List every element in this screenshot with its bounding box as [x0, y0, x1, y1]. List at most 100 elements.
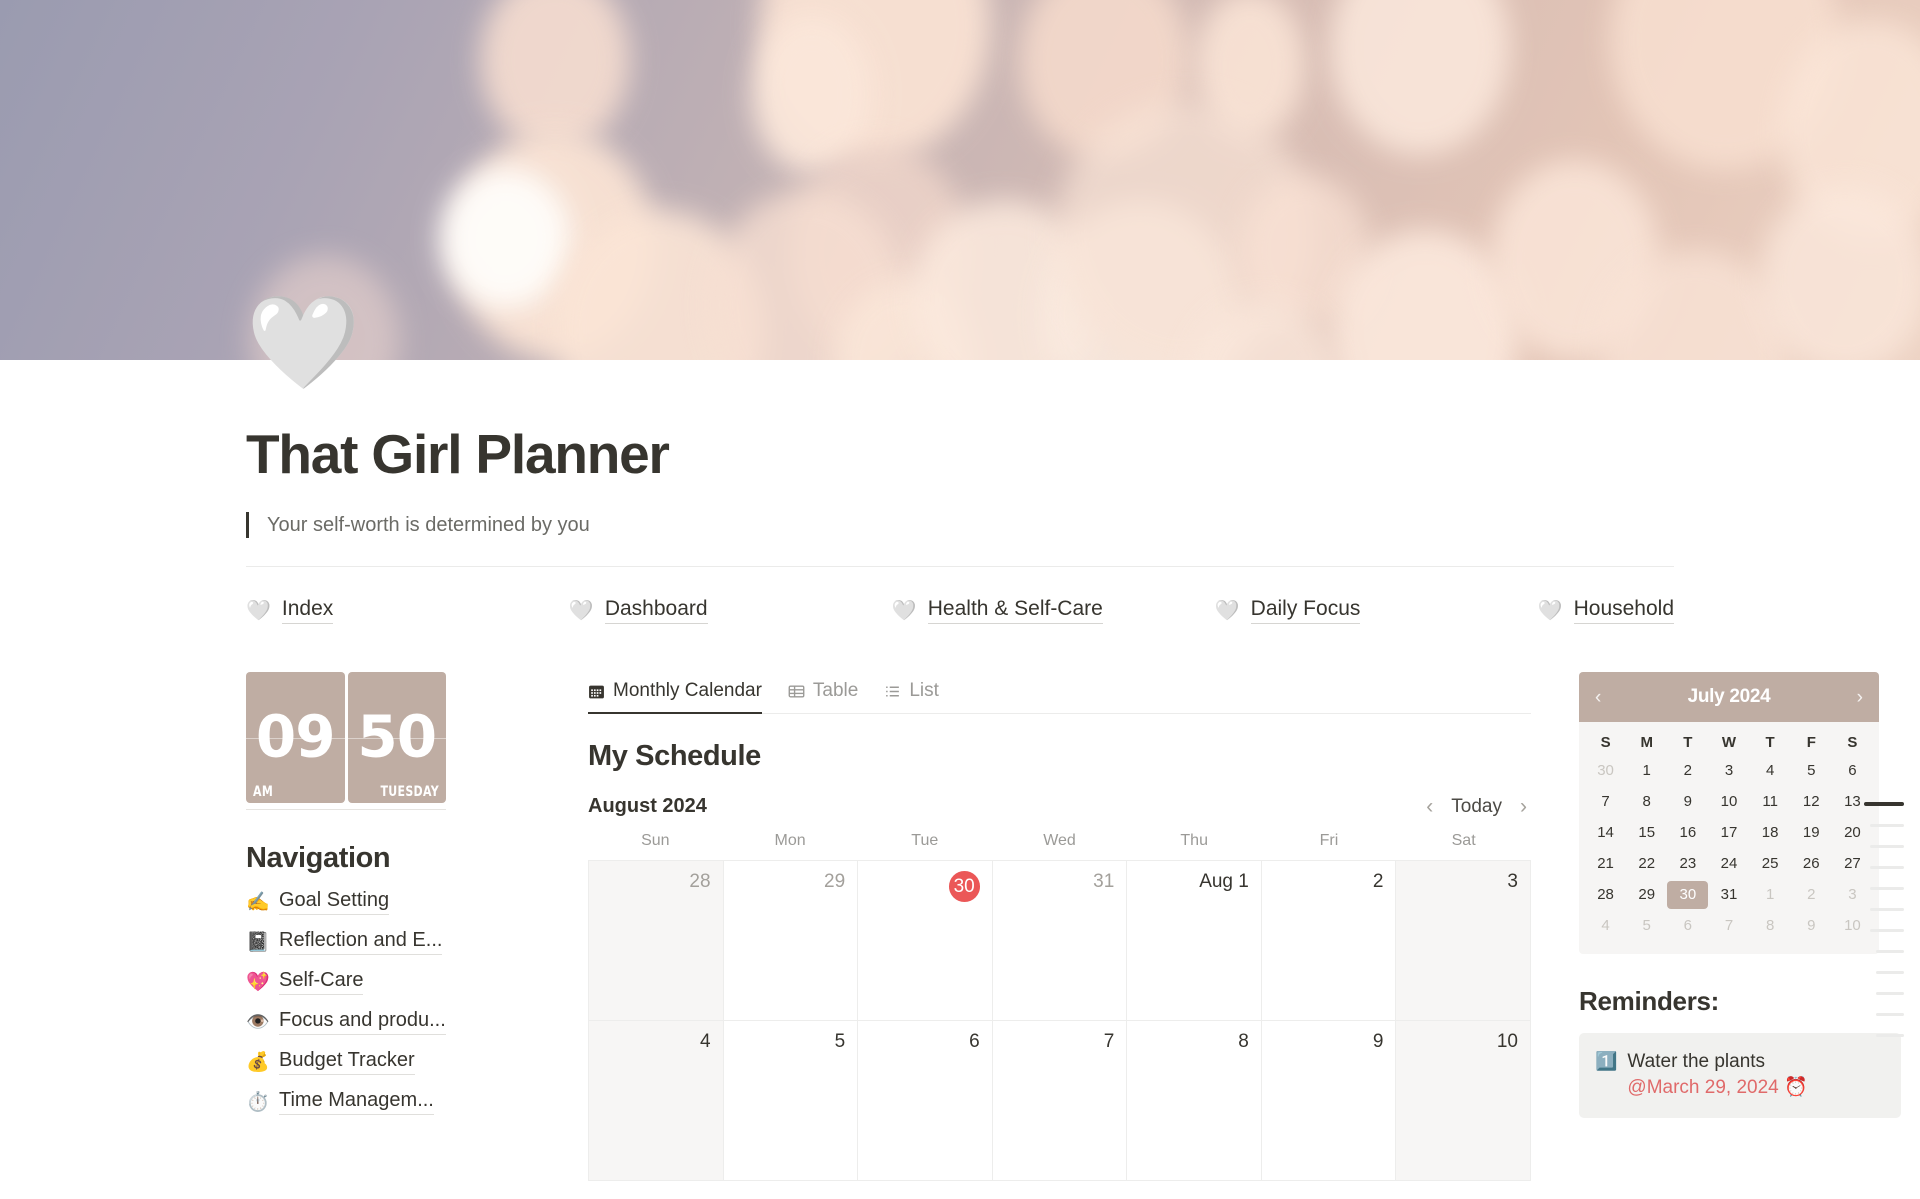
- outline-rail-dash[interactable]: [1870, 824, 1904, 827]
- topnav-item-daily-focus[interactable]: 🤍 Daily Focus: [1215, 597, 1538, 624]
- prev-month-button[interactable]: ‹: [1426, 796, 1433, 817]
- nav-item-reflection[interactable]: 📓 Reflection and E...: [246, 929, 546, 955]
- mini-prev-month-button[interactable]: ‹: [1595, 688, 1601, 707]
- calendar-day-cell[interactable]: 7: [992, 1021, 1128, 1181]
- mini-calendar-day[interactable]: 4: [1585, 912, 1626, 940]
- outline-rail-dash[interactable]: [1876, 1013, 1904, 1016]
- mini-calendar-day[interactable]: 1: [1750, 881, 1791, 909]
- page-outline-rail[interactable]: [1864, 802, 1904, 1037]
- topnav-item-household[interactable]: 🤍 Household: [1538, 597, 1674, 624]
- mini-calendar-day[interactable]: 26: [1791, 850, 1832, 878]
- mini-calendar-day[interactable]: 29: [1626, 881, 1667, 909]
- weekday-label: Thu: [1180, 832, 1208, 849]
- mini-calendar-day-selected[interactable]: 30: [1667, 881, 1709, 909]
- calendar-day-cell[interactable]: 2: [1261, 861, 1397, 1021]
- mini-calendar-day[interactable]: 28: [1585, 881, 1626, 909]
- mini-calendar-day[interactable]: 17: [1708, 819, 1749, 847]
- calendar-day-cell[interactable]: 9: [1261, 1021, 1397, 1181]
- mini-calendar-day[interactable]: 11: [1750, 788, 1791, 816]
- reminder-date[interactable]: @March 29, 2024 ⏰: [1627, 1075, 1885, 1101]
- mini-calendar-day[interactable]: 6: [1667, 912, 1708, 940]
- calendar-day-number: 7: [1103, 1031, 1115, 1052]
- outline-rail-dash[interactable]: [1870, 845, 1904, 848]
- mini-calendar-day[interactable]: 8: [1626, 788, 1667, 816]
- calendar-day-cell[interactable]: 30: [858, 861, 993, 1021]
- next-month-button[interactable]: ›: [1520, 796, 1527, 817]
- mini-calendar-day[interactable]: 21: [1585, 850, 1626, 878]
- mini-calendar-day[interactable]: 18: [1750, 819, 1791, 847]
- tab-monthly-calendar[interactable]: Monthly Calendar: [588, 680, 762, 714]
- mini-calendar-day[interactable]: 6: [1832, 757, 1873, 785]
- mini-calendar-day[interactable]: 22: [1626, 850, 1667, 878]
- outline-rail-dash[interactable]: [1870, 929, 1904, 932]
- outline-rail-dash[interactable]: [1870, 866, 1904, 869]
- clock-minutes: 50: [357, 702, 437, 771]
- mini-calendar-day[interactable]: 10: [1708, 788, 1749, 816]
- mini-next-month-button[interactable]: ›: [1857, 688, 1863, 707]
- nav-item-self-care[interactable]: 💖 Self-Care: [246, 969, 546, 995]
- calendar-day-cell[interactable]: Aug 1: [1127, 861, 1262, 1021]
- mini-calendar-day[interactable]: 31: [1708, 881, 1749, 909]
- tab-list[interactable]: List: [884, 680, 939, 714]
- outline-rail-dash[interactable]: [1870, 887, 1904, 890]
- eye-icon: 👁️: [246, 1011, 270, 1033]
- mini-calendar-day[interactable]: 2: [1791, 881, 1832, 909]
- page-icon[interactable]: 🤍: [246, 295, 361, 391]
- mini-calendar-day[interactable]: 1: [1626, 757, 1667, 785]
- nav-item-focus-productivity[interactable]: 👁️ Focus and produ...: [246, 1009, 546, 1035]
- calendar-day-cell[interactable]: 6: [858, 1021, 993, 1181]
- mini-calendar-day[interactable]: 12: [1791, 788, 1832, 816]
- calendar-day-cell[interactable]: 4: [589, 1021, 724, 1181]
- mini-calendar-day[interactable]: 9: [1667, 788, 1708, 816]
- mini-calendar-day[interactable]: 25: [1750, 850, 1791, 878]
- topnav-item-dashboard[interactable]: 🤍 Dashboard: [569, 597, 892, 624]
- mini-calendar-day[interactable]: 7: [1585, 788, 1626, 816]
- nav-item-budget-tracker[interactable]: 💰 Budget Tracker: [246, 1049, 546, 1075]
- mini-calendar-day[interactable]: 3: [1708, 757, 1749, 785]
- reminder-card[interactable]: 1️⃣ Water the plants @March 29, 2024 ⏰: [1579, 1033, 1901, 1119]
- mini-calendar-day[interactable]: 14: [1585, 819, 1626, 847]
- weekday-label: Sun: [641, 832, 670, 849]
- today-button[interactable]: Today: [1451, 796, 1502, 818]
- calendar-day-cell[interactable]: 8: [1127, 1021, 1262, 1181]
- mini-calendar-day[interactable]: 2: [1667, 757, 1708, 785]
- tab-table[interactable]: Table: [788, 680, 858, 714]
- topnav-label: Dashboard: [604, 597, 708, 624]
- mini-calendar-header: ‹ July 2024 ›: [1579, 672, 1879, 722]
- outline-rail-dash[interactable]: [1876, 1034, 1904, 1037]
- mini-calendar-day[interactable]: 16: [1667, 819, 1708, 847]
- mini-calendar-day[interactable]: 24: [1708, 850, 1749, 878]
- calendar-grid: 28 29 30 31 Aug 1 2 3 4 5 6 7 8 9 10: [588, 860, 1531, 1181]
- mini-calendar-day[interactable]: 5: [1626, 912, 1667, 940]
- calendar-day-cell[interactable]: 28: [589, 861, 724, 1021]
- mini-calendar-day[interactable]: 9: [1791, 912, 1832, 940]
- nav-item-time-management[interactable]: ⏱️ Time Managem...: [246, 1089, 546, 1115]
- outline-rail-dash[interactable]: [1876, 950, 1904, 953]
- outline-rail-dash[interactable]: [1876, 971, 1904, 974]
- outline-rail-dash[interactable]: [1870, 908, 1904, 911]
- calendar-day-cell[interactable]: 10: [1396, 1021, 1531, 1181]
- mini-calendar-day[interactable]: 8: [1750, 912, 1791, 940]
- clock-hours-card: 09 AM: [246, 672, 345, 803]
- clock-meridiem: AM: [253, 783, 274, 800]
- topnav-item-health-self-care[interactable]: 🤍 Health & Self-Care: [892, 597, 1215, 624]
- calendar-weekday-header: Sun Mon Tue Wed Thu Fri Sat: [588, 832, 1531, 860]
- mini-calendar-day[interactable]: 23: [1667, 850, 1708, 878]
- mini-calendar-day[interactable]: 30: [1585, 757, 1626, 785]
- calendar-day-cell[interactable]: 31: [992, 861, 1128, 1021]
- mini-calendar-day[interactable]: 7: [1708, 912, 1749, 940]
- mini-calendar-day[interactable]: 4: [1750, 757, 1791, 785]
- navigation-heading: Navigation: [246, 842, 391, 874]
- mini-calendar-day[interactable]: 15: [1626, 819, 1667, 847]
- calendar-day-number: 3: [1507, 871, 1518, 892]
- calendar-day-cell[interactable]: 3: [1396, 861, 1531, 1021]
- mini-calendar-day[interactable]: 5: [1791, 757, 1832, 785]
- outline-rail-dash[interactable]: [1876, 992, 1904, 995]
- nav-item-goal-setting[interactable]: ✍️ Goal Setting: [246, 889, 546, 915]
- topnav-item-index[interactable]: 🤍 Index: [246, 597, 569, 624]
- mini-calendar-weekdays: S M T W T F S: [1579, 722, 1879, 755]
- calendar-day-cell[interactable]: 5: [723, 1021, 859, 1181]
- calendar-day-cell[interactable]: 29: [723, 861, 859, 1021]
- mini-calendar-day[interactable]: 19: [1791, 819, 1832, 847]
- outline-rail-dash[interactable]: [1864, 802, 1904, 806]
